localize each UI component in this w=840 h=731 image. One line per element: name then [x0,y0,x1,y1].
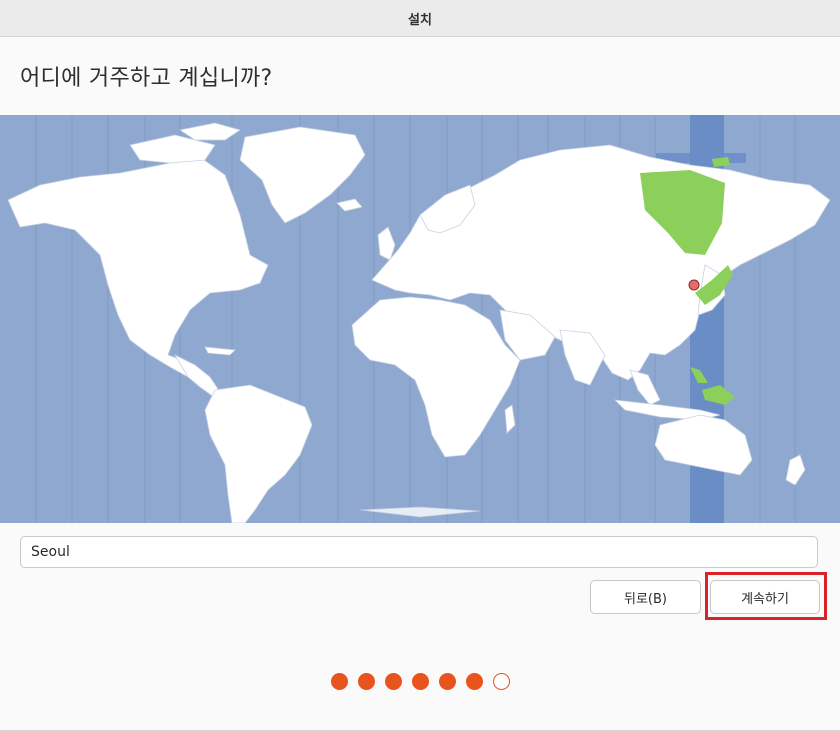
world-map-graphic[interactable] [0,115,840,523]
back-button[interactable]: 뒤로(B) [590,580,701,614]
progress-dots [331,673,510,690]
timezone-map[interactable] [0,115,840,523]
progress-dot-complete [412,673,429,690]
progress-dot-complete [331,673,348,690]
progress-dot-complete [466,673,483,690]
australia [654,414,753,476]
africa [351,296,521,458]
continue-button[interactable]: 계속하기 [710,580,820,614]
continue-button-label: 계속하기 [741,591,789,607]
progress-dot-complete [385,673,402,690]
timezone-search-input[interactable] [20,536,818,568]
north-america [7,156,269,378]
progress-dot-pending [493,673,510,690]
back-button-label: 뒤로(B) [624,591,667,607]
window-titlebar: 설치 [0,0,840,37]
south-america [204,384,313,523]
progress-dot-complete [358,673,375,690]
window-title: 설치 [408,12,432,28]
page-title: 어디에 거주하고 계십니까? [20,66,273,91]
city-marker[interactable] [688,279,700,291]
progress-dot-complete [439,673,456,690]
